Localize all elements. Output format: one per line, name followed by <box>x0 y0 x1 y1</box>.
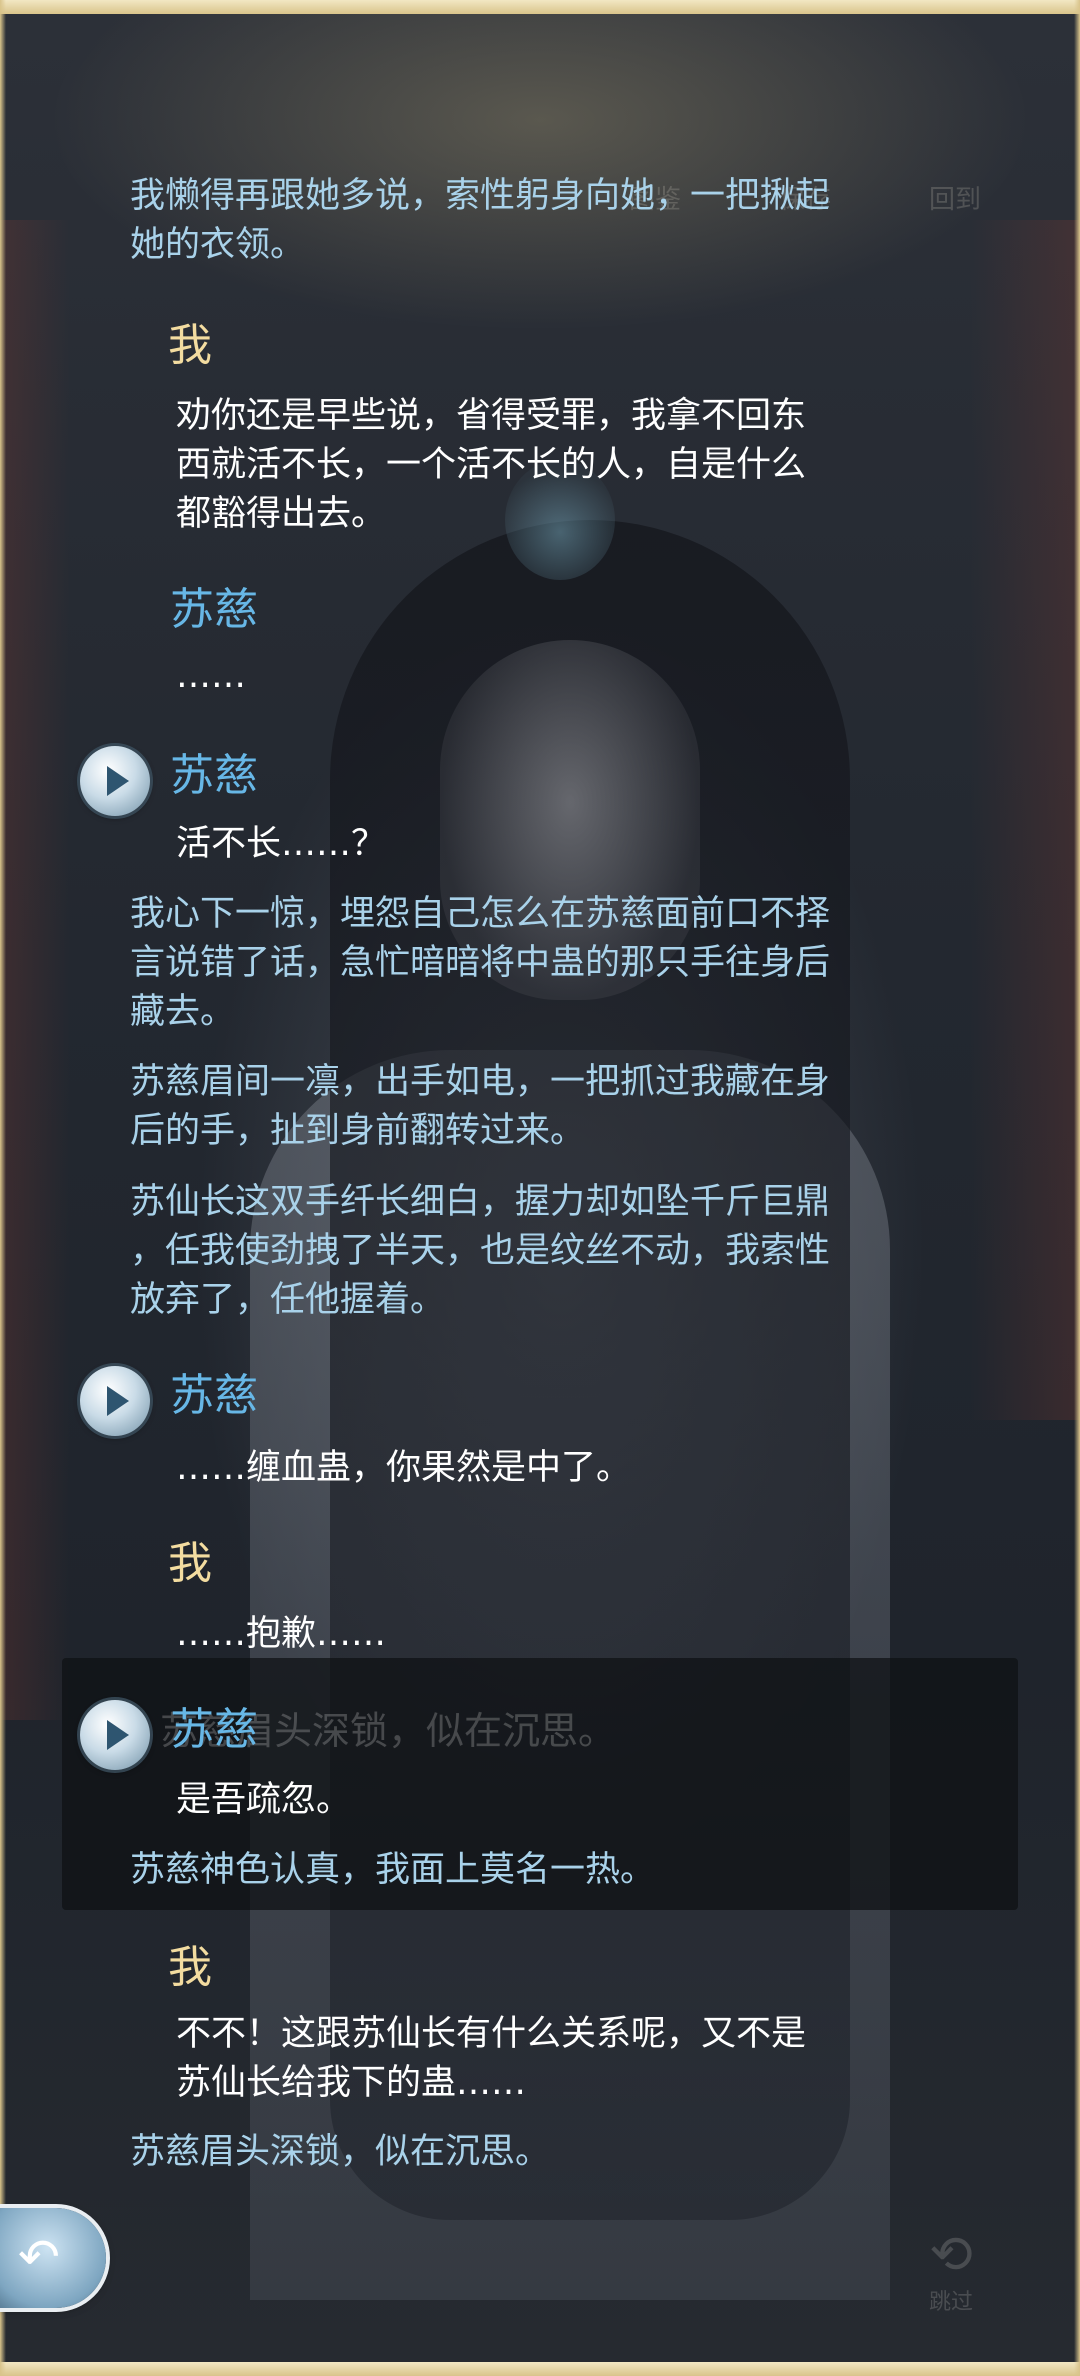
voice-play-button[interactable] <box>80 746 150 816</box>
back-button[interactable]: ↶ <box>0 2208 106 2308</box>
dialog-line: …… <box>176 656 246 696</box>
narration-line: 我心下一惊，埋怨自己怎么在苏慈面前口不择 言说错了话，急忙暗暗将中蛊的那只手往身… <box>130 894 831 1032</box>
dialog-line: ……缠血蛊，你果然是中了。 <box>176 1448 632 1488</box>
dialogue-log[interactable]: 我懒得再跟她多说，索性躬身向她，一把揪起 她的衣领。 我 劝你还是早些说，省得受… <box>0 0 1080 2376</box>
speaker-name: 我 <box>168 1538 212 1589</box>
skip-label: 跳过 <box>928 2290 973 2315</box>
play-icon <box>107 1720 129 1750</box>
dialog-line: 劝你还是早些说，省得受罪，我拿不回东 西就活不长，一个活不长的人，自是什么 都豁… <box>176 396 807 534</box>
dialog-line: 活不长……？ <box>176 824 387 864</box>
voice-play-button[interactable] <box>80 1700 150 1770</box>
speaker-name: 我 <box>168 1942 212 1993</box>
narration-line: 我懒得再跟她多说，索性躬身向她，一把揪起 她的衣领。 <box>130 176 831 265</box>
voice-play-button[interactable] <box>80 1366 150 1436</box>
skip-button[interactable]: ⟲ 跳过 <box>896 2220 1006 2330</box>
narration-line: 苏慈眉间一凛，出手如电，一把抓过我藏在身 后的手，扯到身前翻转过来。 <box>130 1062 831 1151</box>
speaker-name: 苏慈 <box>170 750 258 801</box>
dialog-line: ……抱歉…… <box>176 1614 387 1654</box>
narration-line: 苏慈神色认真，我面上莫名一热。 <box>130 1850 656 1890</box>
skip-icon: ⟲ <box>929 2225 973 2285</box>
play-icon <box>107 766 129 796</box>
speaker-name: 我 <box>168 320 212 371</box>
speaker-name: 苏慈 <box>170 1704 258 1755</box>
speaker-name: 苏慈 <box>170 1370 258 1421</box>
dialog-line: 是吾疏忽。 <box>176 1780 352 1820</box>
narration-line: 苏仙长这双手纤长细白，握力却如坠千斤巨鼎 ，任我使劲拽了半天，也是纹丝不动，我索… <box>130 1182 831 1320</box>
dialog-line: 不不！这跟苏仙长有什么关系呢，又不是 苏仙长给我下的蛊…… <box>176 2014 807 2103</box>
speaker-name: 苏慈 <box>170 584 258 635</box>
story-log-screen: 图鉴 保存 回到 苏慈眉头深锁，似在沉思。 我懒得再跟她多说，索性躬身向她，一把… <box>0 0 1080 2376</box>
back-arrow-icon: ↶ <box>18 2228 60 2286</box>
narration-line: 苏慈眉头深锁，似在沉思。 <box>130 2132 551 2172</box>
play-icon <box>107 1386 129 1416</box>
